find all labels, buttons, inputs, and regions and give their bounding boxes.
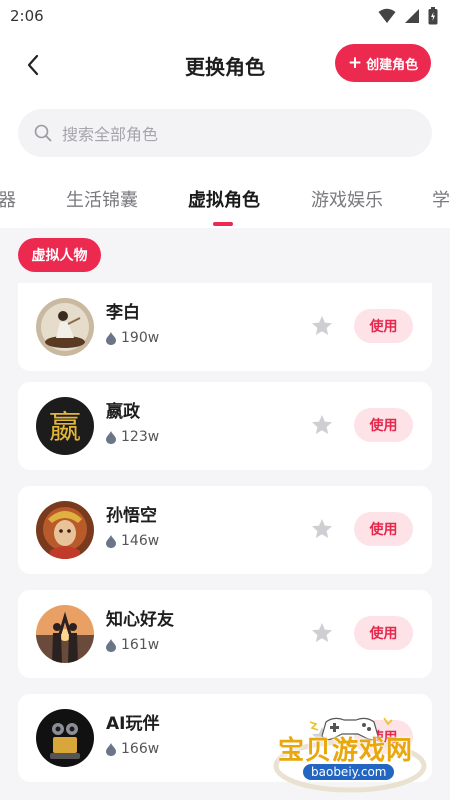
status-time: 2:06 <box>10 7 44 25</box>
search-icon <box>34 124 52 142</box>
plus-icon: + <box>347 52 363 73</box>
heat-value: 161w <box>121 637 160 653</box>
use-button[interactable]: 使用 <box>354 512 413 546</box>
category-tabs: 器 生活锦囊 虚拟角色 游戏娱乐 学 <box>0 180 450 226</box>
create-character-label: 创建角色 <box>366 57 419 73</box>
flame-icon <box>106 331 116 345</box>
heat-count: 146w <box>106 533 159 549</box>
heat-value: 146w <box>121 533 160 549</box>
watermark-logo: 宝贝游戏网 baobeiy.com <box>270 708 430 794</box>
tab-virtual-characters[interactable]: 虚拟角色 <box>188 186 260 212</box>
character-card[interactable]: 李白 190w 使用 <box>18 283 432 371</box>
use-button[interactable]: 使用 <box>354 408 413 442</box>
heat-value: 166w <box>121 741 160 757</box>
status-icons <box>378 7 438 25</box>
watermark-url: baobeiy.com <box>303 764 395 780</box>
section-tag: 虚拟人物 <box>18 238 101 272</box>
character-card[interactable]: 知心好友 161w 使用 <box>18 590 432 678</box>
tab-tools[interactable]: 器 <box>0 186 16 212</box>
heat-count: 161w <box>106 637 159 653</box>
status-bar: 2:06 <box>0 0 450 32</box>
heat-count: 123w <box>106 429 159 445</box>
monkey-king-avatar <box>36 501 94 559</box>
character-name: 嬴政 <box>106 402 140 422</box>
star-favorite-icon[interactable] <box>310 413 334 437</box>
flame-icon <box>106 430 116 444</box>
avatar-glyph: 嬴 <box>49 408 81 446</box>
battery-icon <box>428 7 438 25</box>
flame-icon <box>106 742 116 756</box>
search-placeholder: 搜索全部角色 <box>62 125 159 144</box>
heat-count: 190w <box>106 330 159 346</box>
star-favorite-icon[interactable] <box>310 517 334 541</box>
flame-icon <box>106 534 116 548</box>
active-tab-indicator <box>213 222 233 226</box>
emperor-character-avatar: 嬴 <box>36 397 94 455</box>
create-character-button[interactable]: + 创建角色 <box>335 44 431 82</box>
character-card[interactable]: 孙悟空 146w 使用 <box>18 486 432 574</box>
character-name: AI玩伴 <box>106 714 160 734</box>
poet-avatar <box>36 298 94 356</box>
robot-avatar <box>36 709 94 767</box>
tab-games-entertainment[interactable]: 游戏娱乐 <box>311 186 383 212</box>
nav-bar: 更换角色 + 创建角色 <box>0 40 450 90</box>
search-input[interactable]: 搜索全部角色 <box>18 109 432 157</box>
watermark-text: 宝贝游戏网 <box>278 736 414 766</box>
use-button[interactable]: 使用 <box>354 309 413 343</box>
flame-icon <box>106 638 116 652</box>
tab-life-tips[interactable]: 生活锦囊 <box>66 186 138 212</box>
character-name: 知心好友 <box>106 610 174 630</box>
signal-icon <box>405 9 419 23</box>
character-card[interactable]: 嬴 嬴政 123w 使用 <box>18 382 432 470</box>
wifi-icon <box>378 8 396 23</box>
character-name: 李白 <box>106 303 140 323</box>
star-favorite-icon[interactable] <box>310 314 334 338</box>
star-favorite-icon[interactable] <box>310 621 334 645</box>
use-button[interactable]: 使用 <box>354 616 413 650</box>
heat-value: 123w <box>121 429 160 445</box>
character-name: 孙悟空 <box>106 506 157 526</box>
heat-count: 166w <box>106 741 159 757</box>
tab-study[interactable]: 学 <box>432 186 450 212</box>
heat-value: 190w <box>121 330 160 346</box>
friends-sunset-avatar <box>36 605 94 663</box>
